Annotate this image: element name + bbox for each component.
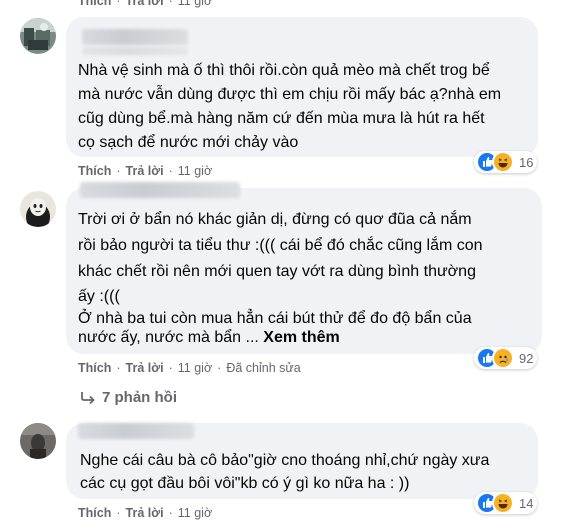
comment-text-line: Trời ơi ở bẩn nó khác giản dị, đừng có q…	[78, 211, 472, 228]
comment-text-line: mà nước vẫn dùng được thì em chịu rồi mấ…	[78, 86, 502, 103]
reaction-summary[interactable]: 16	[474, 151, 538, 173]
comment-time[interactable]: 11 giờ	[178, 361, 212, 375]
reply-action[interactable]: Trả lời	[126, 361, 164, 375]
reaction-count: 16	[519, 154, 534, 170]
reply-arrow-icon	[81, 391, 95, 404]
haha-icon	[492, 151, 514, 173]
reply-action[interactable]: Trả lời	[126, 0, 164, 8]
like-action[interactable]: Thích	[78, 361, 111, 375]
haha-icon	[492, 492, 514, 514]
like-action[interactable]: Thích	[78, 164, 111, 178]
comment-text-line: khác chết rồi nên mới quen tay vớt ra dù…	[78, 263, 476, 280]
see-more-link[interactable]: Xem thêm	[263, 329, 339, 346]
edited-label: Đã chỉnh sửa	[226, 361, 301, 375]
like-action[interactable]: Thích	[78, 0, 111, 8]
top-comment-actions: Thích · Trả lời · 11 giờ	[78, 0, 212, 8]
comment-text-line: cọ sạch để nước mới chảy vào	[78, 134, 299, 151]
avatar-image	[20, 191, 56, 227]
avatar-image	[20, 18, 56, 54]
replies-label[interactable]: 7 phản hồi	[102, 389, 177, 406]
avatar[interactable]	[20, 191, 56, 227]
comment-text-line: Nghe cái câu bà cô bảo"giờ cno thoáng nh…	[80, 452, 490, 469]
sad-icon	[492, 347, 514, 369]
reaction-summary[interactable]: 92	[474, 347, 538, 369]
comment-actions: Thích · Trả lời · 11 giờ	[78, 506, 213, 520]
comment-actions: Thích · Trả lời · 11 giờ · Đã chỉnh sửa	[78, 361, 301, 375]
comment-actions: Thích · Trả lời · 11 giờ	[78, 164, 213, 178]
comment-text-line: nước ấy, nước mà bẩn ... Xem thêm	[78, 329, 340, 346]
comment-bubble: Trời ơi ở bẩn nó khác giản dị, đừng có q…	[66, 182, 542, 354]
reaction-summary[interactable]: 14	[474, 492, 538, 514]
view-replies-button[interactable]: 7 phản hồi	[80, 389, 177, 406]
comment-text-line: rồi bảo người ta tiểu thư :((( cái bể đó…	[78, 237, 483, 254]
comment-time[interactable]: 11 giờ	[178, 164, 212, 178]
reaction-count: 14	[519, 495, 534, 511]
avatar-image	[20, 423, 56, 459]
reaction-count: 92	[519, 350, 534, 366]
avatar[interactable]	[20, 423, 56, 459]
reply-action[interactable]: Trả lời	[126, 506, 164, 520]
comment-text-line: các cụ gọt đầu bôi vôi"kb có ý gì ko nữa…	[80, 475, 410, 492]
author-name[interactable]	[80, 182, 240, 198]
author-name[interactable]	[78, 423, 194, 439]
comment-time: 11 giờ	[177, 0, 213, 8]
comment-time[interactable]: 11 giờ	[178, 506, 212, 520]
author-name[interactable]	[82, 29, 188, 45]
avatar[interactable]	[20, 18, 56, 54]
reply-action[interactable]: Trả lời	[126, 164, 164, 178]
like-action[interactable]: Thích	[78, 506, 111, 520]
comment-text-line: ấy :(((	[78, 288, 120, 305]
comment-text-line: cũg dùng bể.mà hàng năm cứ đến mùa mưa l…	[78, 110, 485, 127]
comment-text-line: Nhà vệ sinh mà ố thì thôi rồi.còn quả mè…	[78, 62, 490, 79]
comment-bubble: Nghe cái câu bà cô bảo"giờ cno thoáng nh…	[66, 423, 538, 499]
comment-bubble: Nhà vệ sinh mà ố thì thôi rồi.còn quả mè…	[66, 17, 538, 157]
